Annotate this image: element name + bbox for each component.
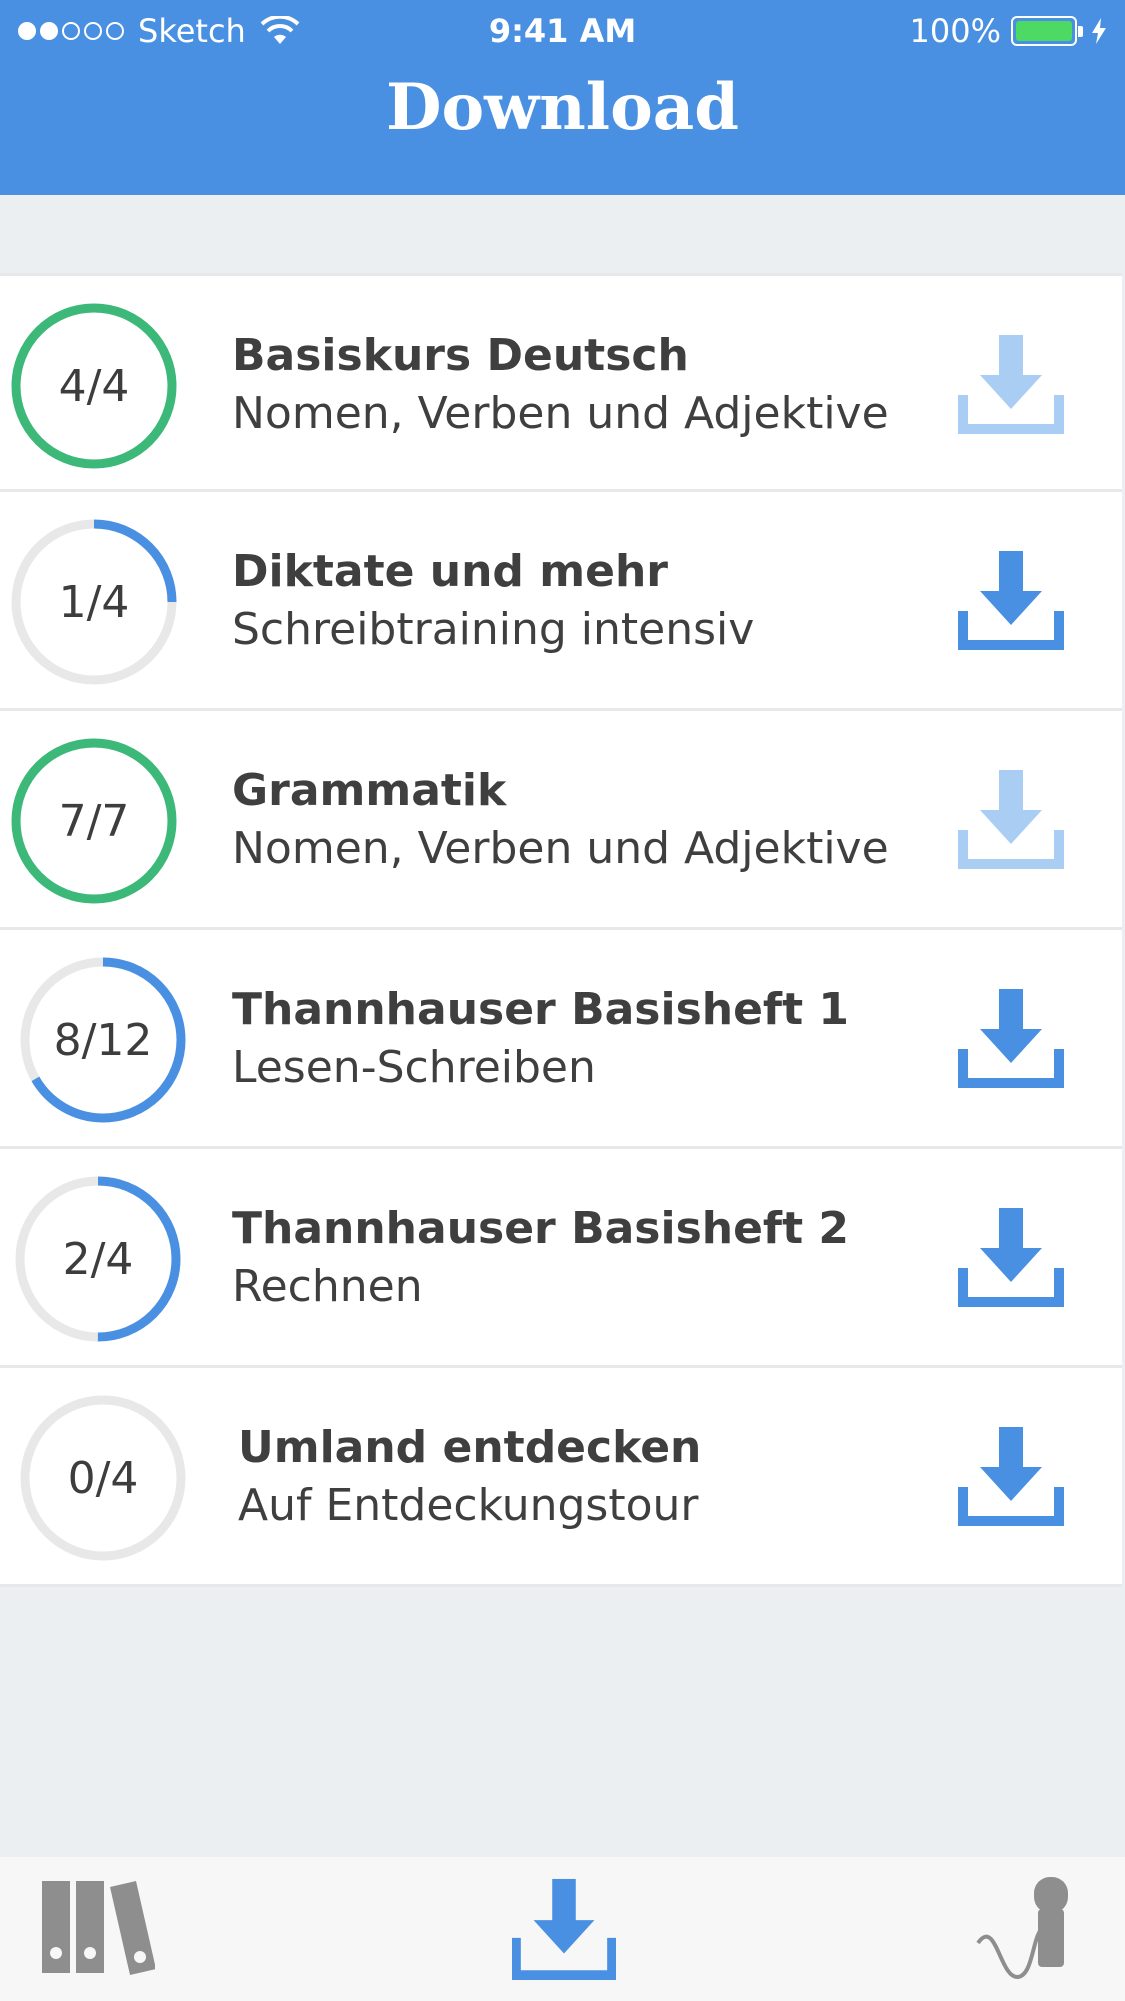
course-list: 4/4 Basiskurs Deutsch Nomen, Verben und Ad… — [0, 273, 1122, 1587]
download-button[interactable] — [958, 1423, 1064, 1529]
progress-label: 0/4 — [67, 1452, 139, 1504]
progress-ring: 2/4 — [13, 1174, 183, 1344]
course-text: Grammatik Nomen, Verben und Adjektive — [232, 763, 889, 879]
course-title: Umland entdecken — [238, 1422, 702, 1473]
battery-icon — [1011, 16, 1083, 46]
microphone-icon — [976, 1877, 1068, 1979]
download-button[interactable] — [958, 1204, 1064, 1310]
progress-ring: 4/4 — [9, 301, 179, 471]
course-title: Basiskurs Deutsch — [232, 330, 689, 381]
list-item[interactable]: 0/4 Umland entdecken Auf Entdeckungstour — [0, 1368, 1122, 1587]
download-button[interactable] — [958, 331, 1064, 437]
download-button[interactable] — [958, 985, 1064, 1091]
tab-download[interactable] — [511, 1877, 617, 1985]
list-item[interactable]: 4/4 Basiskurs Deutsch Nomen, Verben und Ad… — [0, 273, 1122, 492]
library-icon — [42, 1881, 156, 1975]
course-title: Diktate und mehr — [232, 546, 668, 597]
progress-ring: 7/7 — [9, 736, 179, 906]
course-subtitle: Lesen-Schreiben — [232, 1042, 596, 1093]
progress-label: 4/4 — [58, 360, 130, 412]
course-subtitle: Auf Entdeckungstour — [238, 1480, 699, 1531]
course-title: Thannhauser Basisheft 2 — [232, 1203, 850, 1254]
progress-label: 8/12 — [53, 1014, 153, 1066]
course-title: Grammatik — [232, 765, 507, 816]
list-item[interactable]: 7/7 Grammatik Nomen, Verben und Adjektive — [0, 711, 1122, 930]
tab-bar — [0, 1857, 1125, 2001]
download-icon — [958, 551, 1064, 650]
list-item[interactable]: 1/4 Diktate und mehr Schreibtraining inten… — [0, 492, 1122, 711]
course-subtitle: Nomen, Verben und Adjektive — [232, 388, 889, 439]
course-text: Diktate und mehr Schreibtraining intensiv — [232, 544, 754, 660]
progress-ring: 1/4 — [9, 517, 179, 687]
battery-status: 100% — [910, 12, 1109, 50]
progress-ring: 0/4 — [18, 1393, 188, 1563]
course-text: Thannhauser Basisheft 1 Lesen-Schreiben — [232, 982, 849, 1098]
battery-percent: 100% — [909, 12, 1001, 50]
course-text: Basiskurs Deutsch Nomen, Verben und Adjek… — [232, 328, 889, 444]
download-icon — [958, 770, 1064, 869]
download-button[interactable] — [958, 766, 1064, 872]
download-icon — [958, 989, 1064, 1088]
progress-label: 1/4 — [58, 576, 130, 628]
download-icon — [958, 335, 1064, 434]
download-icon — [958, 1208, 1064, 1307]
download-icon — [511, 1878, 617, 1981]
download-button[interactable] — [958, 547, 1064, 653]
page-title: Download — [385, 70, 740, 145]
progress-ring: 8/12 — [18, 955, 188, 1125]
progress-label: 2/4 — [62, 1233, 134, 1285]
list-item[interactable]: 8/12 Thannhauser Basisheft 1 Lesen-Schreib… — [0, 930, 1122, 1149]
course-text: Thannhauser Basisheft 2 Rechnen — [232, 1201, 849, 1317]
course-subtitle: Rechnen — [232, 1261, 423, 1312]
tab-record[interactable] — [972, 1875, 1082, 1989]
status-bar: Sketch 9:41 AM 100% — [0, 0, 1125, 60]
course-title: Thannhauser Basisheft 1 — [232, 984, 850, 1035]
charging-bolt-icon — [1092, 18, 1106, 44]
header: Sketch 9:41 AM 100% Download — [0, 0, 1125, 195]
download-icon — [958, 1427, 1064, 1526]
list-item[interactable]: 2/4 Thannhauser Basisheft 2 Rechnen — [0, 1149, 1122, 1368]
progress-label: 7/7 — [58, 795, 130, 847]
course-subtitle: Nomen, Verben und Adjektive — [232, 823, 889, 874]
course-text: Umland entdecken Auf Entdeckungstour — [238, 1420, 701, 1536]
tab-library[interactable] — [40, 1877, 156, 1981]
course-subtitle: Schreibtraining intensiv — [232, 604, 755, 655]
